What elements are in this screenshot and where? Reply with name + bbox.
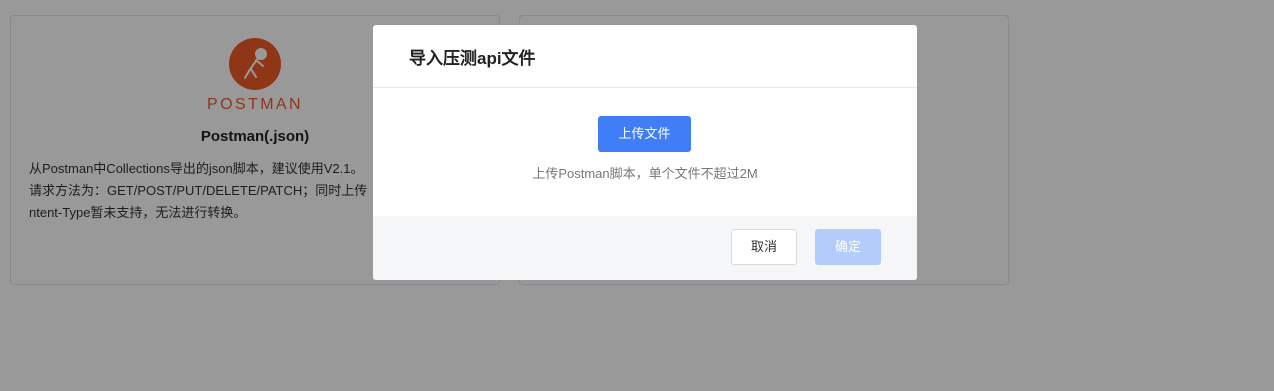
import-api-dialog: 导入压测api文件 上传文件 上传Postman脚本，单个文件不超过2M 取消 … xyxy=(373,25,917,280)
dialog-footer: 取消 确定 xyxy=(373,216,917,280)
dialog-body: 上传文件 上传Postman脚本，单个文件不超过2M xyxy=(373,88,917,216)
dialog-header: 导入压测api文件 xyxy=(373,25,917,88)
upload-hint: 上传Postman脚本，单个文件不超过2M xyxy=(532,166,758,181)
cancel-button[interactable]: 取消 xyxy=(731,229,797,265)
dialog-title: 导入压测api文件 xyxy=(409,49,536,68)
upload-file-button[interactable]: 上传文件 xyxy=(598,116,691,152)
confirm-button[interactable]: 确定 xyxy=(815,229,881,265)
